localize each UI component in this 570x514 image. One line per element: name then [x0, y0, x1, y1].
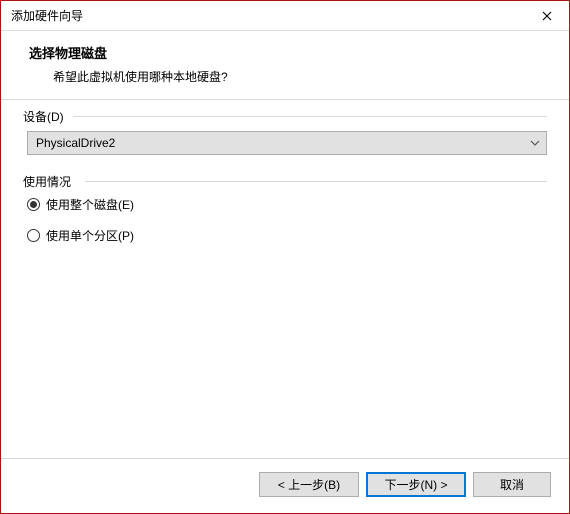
radio-label: 使用整个磁盘(E)	[46, 196, 134, 213]
titlebar: 添加硬件向导	[1, 1, 569, 31]
cancel-button[interactable]: 取消	[473, 472, 551, 497]
radio-use-entire-disk[interactable]: 使用整个磁盘(E)	[27, 196, 547, 213]
radio-icon	[27, 229, 40, 242]
radio-icon	[27, 198, 40, 211]
radio-label: 使用单个分区(P)	[46, 227, 134, 244]
close-button[interactable]	[525, 1, 569, 31]
wizard-header: 选择物理磁盘 希望此虚拟机使用哪种本地硬盘?	[1, 31, 569, 99]
device-group-label: 设备(D)	[23, 108, 68, 125]
window-title: 添加硬件向导	[11, 7, 83, 24]
close-icon	[542, 11, 552, 21]
device-group: 设备(D) PhysicalDrive2	[23, 116, 547, 161]
page-title: 选择物理磁盘	[29, 43, 549, 62]
usage-group: 使用情况 使用整个磁盘(E) 使用单个分区(P)	[23, 181, 547, 264]
radio-use-single-partition[interactable]: 使用单个分区(P)	[27, 227, 547, 244]
chevron-down-icon	[530, 140, 540, 146]
footer: < 上一步(B) 下一步(N) > 取消	[1, 458, 569, 513]
back-button[interactable]: < 上一步(B)	[259, 472, 359, 497]
device-select[interactable]: PhysicalDrive2	[27, 131, 547, 155]
usage-group-label: 使用情况	[23, 173, 75, 190]
content-area: 设备(D) PhysicalDrive2 使用情况 使用整个磁盘(E) 使用单个…	[1, 100, 569, 458]
next-button[interactable]: 下一步(N) >	[366, 472, 466, 497]
device-select-value: PhysicalDrive2	[36, 136, 115, 150]
page-subtitle: 希望此虚拟机使用哪种本地硬盘?	[29, 62, 549, 85]
